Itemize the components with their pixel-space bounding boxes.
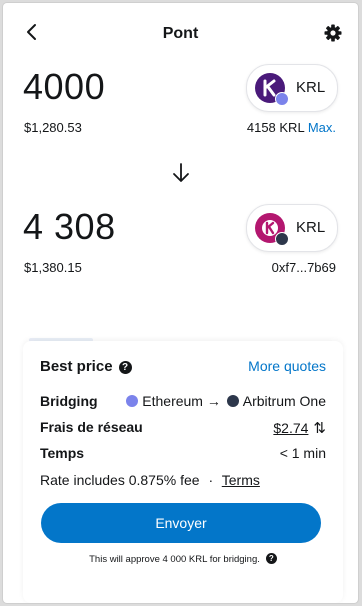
time-label: Temps (40, 445, 85, 461)
terms-link[interactable]: Terms (222, 472, 260, 488)
header: Pont (3, 3, 358, 61)
approval-text: This will approve 4 000 KRL for bridging… (89, 554, 260, 565)
question-icon[interactable]: ? (265, 553, 277, 564)
bridge-panel: Pont 4000 $1,280.53 KRL 4158 KRL Max. 4 … (3, 3, 358, 603)
rate-row: Rate includes 0.875% fee · Terms (40, 472, 326, 488)
more-quotes-link[interactable]: More quotes (248, 358, 326, 374)
destination-token-selector[interactable]: KRL (246, 204, 338, 252)
arrow-down-icon (173, 163, 189, 182)
destination-amount: 4 308 (23, 206, 116, 247)
ethereum-badge-icon (275, 92, 289, 106)
time-value: < 1 min (279, 445, 326, 461)
time-row: Temps < 1 min (40, 445, 326, 461)
bridging-label: Bridging (40, 393, 98, 409)
source-token-label: KRL (296, 79, 326, 96)
rate-text: Rate includes 0.875% fee (40, 472, 200, 488)
route-arrow: → (206, 393, 221, 409)
arbitrum-icon (226, 395, 239, 407)
krl-token-icon (255, 213, 289, 246)
to-chain: Arbitrum One (242, 393, 326, 409)
fees-label: Frais de réseau (40, 419, 143, 435)
destination-address[interactable]: 0xf7...7b69 (272, 260, 336, 275)
krl-token-icon (255, 73, 289, 106)
page-title: Pont (162, 25, 199, 42)
fees-value[interactable]: $2.74 (273, 420, 308, 436)
source-amount-input[interactable]: 4000 (23, 66, 105, 108)
best-price-label: Best price (40, 358, 113, 375)
destination-fiat-value: $1,380.15 (24, 260, 82, 275)
source-token-selector[interactable]: KRL (246, 64, 338, 112)
bridging-route: Ethereum → Arbitrum One (120, 393, 326, 409)
fees-value-group: $2.74 ⇅ (273, 419, 326, 437)
quote-card: Best price? More quotes Bridging Ethereu… (23, 341, 343, 603)
swap-vertical-icon[interactable]: ⇅ (313, 420, 326, 437)
source-fiat-value: $1,280.53 (24, 120, 82, 135)
destination-token-label: KRL (296, 219, 326, 236)
from-chain: Ethereum (142, 393, 203, 409)
best-price-row: Best price? More quotes (40, 358, 326, 375)
approval-note: This will approve 4 000 KRL for bridging… (23, 553, 343, 565)
arbitrum-badge-icon (275, 232, 289, 246)
separator: · (208, 472, 214, 488)
bridging-row: Bridging Ethereum → Arbitrum One (40, 393, 326, 409)
gear-icon[interactable] (323, 23, 343, 43)
submit-button[interactable]: Envoyer (41, 503, 321, 543)
source-balance: 4158 KRL Max. (247, 120, 336, 135)
max-button[interactable]: Max. (308, 120, 336, 135)
ethereum-icon (126, 395, 139, 407)
question-icon[interactable]: ? (118, 361, 132, 374)
balance-text: 4158 KRL (246, 120, 305, 135)
fees-row: Frais de réseau $2.74 ⇅ (40, 419, 326, 437)
